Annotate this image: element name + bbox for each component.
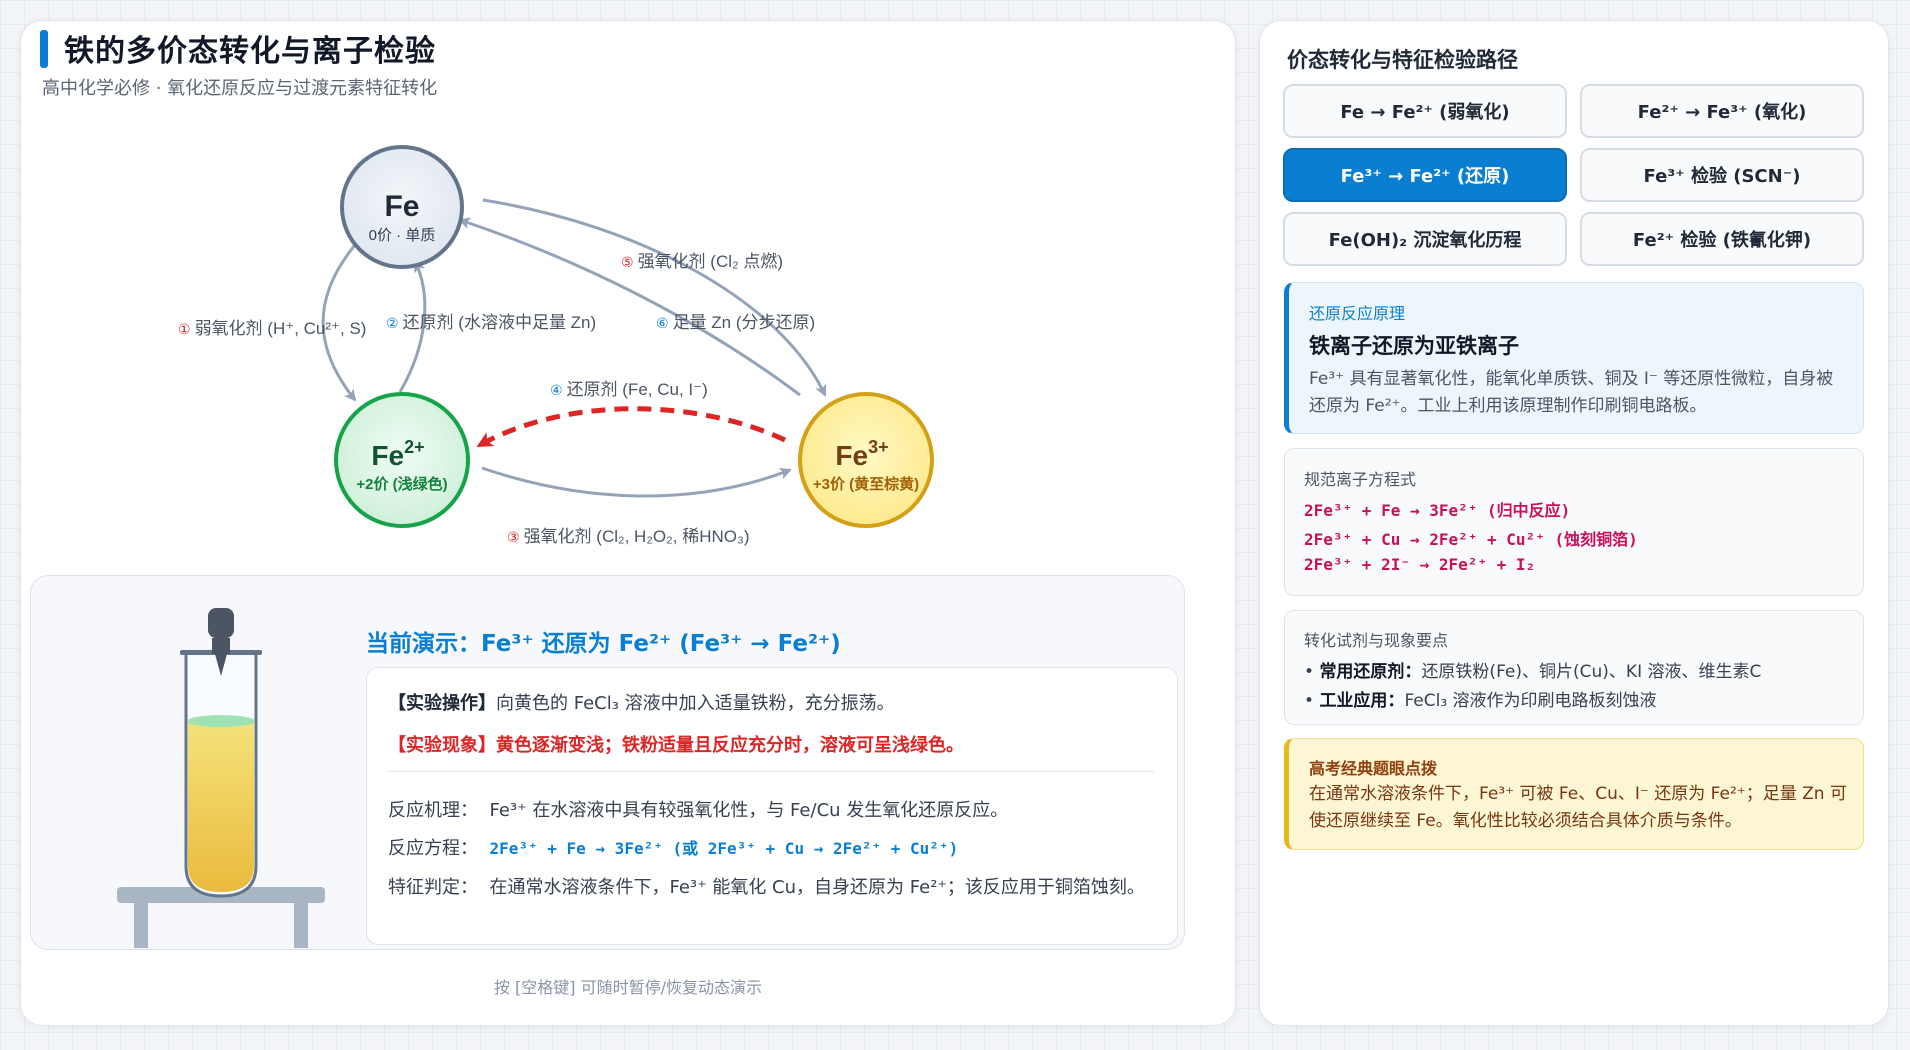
tab-fe-to-fe2[interactable]: Fe → Fe²⁺ (弱氧化) xyxy=(1283,84,1567,138)
arrow-fe2-to-fe3 xyxy=(481,466,792,498)
tab-fe3-to-fe2[interactable]: Fe³⁺ → Fe²⁺ (还原) xyxy=(1283,148,1567,202)
operation-line: 【实验操作】向黄色的 FeCl₃ 溶液中加入适量铁粉，充分振荡。 xyxy=(388,689,895,715)
principle-body: Fe³⁺ 具有显著氧化性，能氧化单质铁、铜及 I⁻ 等还原性微粒，自身被还原为 … xyxy=(1309,369,1834,416)
operation-text: 向黄色的 FeCl₃ 溶液中加入适量铁粉，充分振荡。 xyxy=(496,693,895,714)
exam-tip-tag: 高考经典题眼点拨 xyxy=(1309,759,1438,778)
solution-surface xyxy=(188,715,254,728)
judgement-line: 特征判定： 在通常水溶液条件下，Fe³⁺ 能氧化 Cu，自身还原为 Fe²⁺；该… xyxy=(388,873,1145,899)
stand-leg-left xyxy=(134,903,148,948)
equation-line-1: 2Fe³⁺ + Fe → 3Fe²⁺ (归中反应) xyxy=(1304,501,1571,520)
arrow-label-1: ① 弱氧化剂 (H⁺, Cu²⁺, S) xyxy=(178,319,366,338)
point-key-1: 常用还原剂： xyxy=(1319,662,1422,682)
tab-feoh2-oxidation[interactable]: Fe(OH)₂ 沉淀氧化历程 xyxy=(1283,212,1567,266)
mechanism-text: Fe³⁺ 在水溶液中具有较强氧化性，与 Fe/Cu 发生氧化还原反应。 xyxy=(489,800,1009,821)
experiment-divider xyxy=(388,771,1154,772)
judgement-text: 在通常水溶液条件下，Fe³⁺ 能氧化 Cu，自身还原为 Fe²⁺；该反应用于铜箔… xyxy=(489,877,1145,898)
title-accent-bar xyxy=(40,30,48,68)
arrow-fe3-to-fe2-active xyxy=(476,406,787,448)
stand-leg-right xyxy=(294,903,308,948)
point-key-2: 工业应用： xyxy=(1319,691,1405,711)
equation-line-3: 2Fe³⁺ + 2I⁻ → 2Fe²⁺ + I₂ xyxy=(1304,555,1536,574)
equation-line-2: 2Fe³⁺ + Cu → 2Fe²⁺ + Cu²⁺ (蚀刻铜箔) xyxy=(1304,530,1638,549)
mechanism-line: 反应机理： Fe³⁺ 在水溶液中具有较强氧化性，与 Fe/Cu 发生氧化还原反应… xyxy=(388,796,1008,822)
arrow-fe-to-fe3 xyxy=(482,198,827,397)
arrow-label-2: ② 还原剂 (水溶液中足量 Zn) xyxy=(386,313,596,332)
operation-label: 【实验操作】 xyxy=(388,693,496,714)
valence-transition-diagram: ① 弱氧化剂 (H⁺, Cu²⁺, S) ② 还原剂 (水溶液中足量 Zn) ③ 强氧… xyxy=(178,145,934,546)
observation-label: 【实验现象】 xyxy=(388,735,496,756)
node-fe-label: 0价 · 单质 xyxy=(369,227,436,244)
exam-tip-body: 在通常水溶液条件下，Fe³⁺ 可被 Fe、Cu、I⁻ 还原为 Fe²⁺；足量 Z… xyxy=(1309,784,1847,831)
sidebar-title: 价态转化与特征检验路径 xyxy=(1287,48,1518,72)
node-fe-symbol: Fe xyxy=(384,190,419,223)
node-fe3-label: +3价 (黄至棕黄) xyxy=(813,475,919,493)
tab-fe2-ferricyanide-test[interactable]: Fe²⁺ 检验 (铁氰化钾) xyxy=(1580,212,1864,266)
point-text-2: FeCl₃ 溶液作为印刷电路板刻蚀液 xyxy=(1404,691,1657,711)
points-tag: 转化试剂与现象要点 xyxy=(1304,631,1449,650)
arrow-label-6: ⑥ 足量 Zn (分步还原) xyxy=(656,313,815,332)
equation-key: 反应方程： xyxy=(388,838,478,859)
equation-line: 反应方程： 2Fe³⁺ + Fe → 3Fe²⁺ (或 2Fe³⁺ + Cu →… xyxy=(388,834,958,860)
point-item-2: • 工业应用：FeCl₃ 溶液作为印刷电路板刻蚀液 xyxy=(1304,691,1657,711)
arrow-label-3: ③ 强氧化剂 (Cl₂, H₂O₂, 稀HNO₃) xyxy=(507,527,750,546)
page-subtitle: 高中化学必修 · 氧化还原反应与过渡元素特征转化 xyxy=(42,78,438,99)
node-fe[interactable]: Fe 0价 · 单质 xyxy=(340,145,464,269)
observation-text: 黄色逐渐变浅；铁粉适量且反应充分时，溶液可呈浅绿色。 xyxy=(496,735,964,756)
tab-fe3-scn-test[interactable]: Fe³⁺ 检验 (SCN⁻) xyxy=(1580,148,1864,202)
principle-heading: 铁离子还原为亚铁离子 xyxy=(1309,334,1519,358)
arrow-label-4: ④ 还原剂 (Fe, Cu, I⁻) xyxy=(550,380,708,399)
mechanism-key: 反应机理： xyxy=(388,800,478,821)
point-item-1: • 常用还原剂：还原铁粉(Fe)、铜片(Cu)、KI 溶液、维生素C xyxy=(1304,662,1762,682)
keyboard-hint: 按 [空格键] 可随时暂停/恢复动态演示 xyxy=(493,978,763,997)
point-text-1: 还原铁粉(Fe)、铜片(Cu)、KI 溶液、维生素C xyxy=(1421,662,1762,682)
principle-tag: 还原反应原理 xyxy=(1309,304,1406,323)
node-fe2[interactable]: Fe2+ +2价 (浅绿色) xyxy=(334,392,470,528)
node-fe3[interactable]: Fe3+ +3价 (黄至棕黄) xyxy=(798,392,934,528)
equation-text: 2Fe³⁺ + Fe → 3Fe²⁺ (或 2Fe³⁺ + Cu → 2Fe²⁺… xyxy=(489,839,959,858)
observation-line: 【实验现象】黄色逐渐变浅；铁粉适量且反应充分时，溶液可呈浅绿色。 xyxy=(388,731,964,757)
test-tube-illustration xyxy=(117,608,325,948)
demo-title: 当前演示：Fe³⁺ 还原为 Fe²⁺ (Fe³⁺ → Fe²⁺) xyxy=(366,631,841,657)
node-fe2-label: +2价 (浅绿色) xyxy=(356,475,447,493)
judgement-key: 特征判定： xyxy=(388,877,478,898)
solution-fill xyxy=(188,721,254,892)
page-title: 铁的多价态转化与离子检验 xyxy=(64,34,436,69)
equations-tag: 规范离子方程式 xyxy=(1304,470,1417,489)
tab-fe2-to-fe3[interactable]: Fe²⁺ → Fe³⁺ (氧化) xyxy=(1580,84,1864,138)
arrow-label-5: ⑤ 强氧化剂 (Cl₂ 点燃) xyxy=(621,252,783,271)
